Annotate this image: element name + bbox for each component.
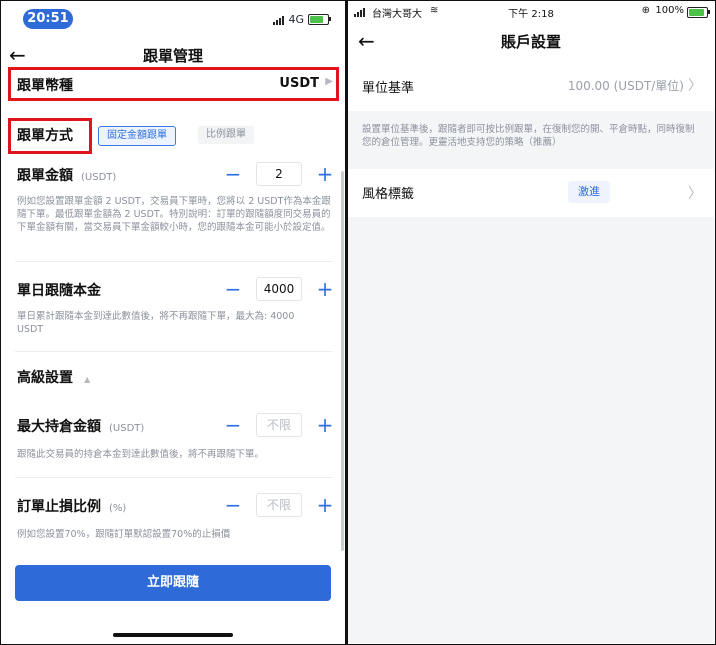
battery-icon	[308, 14, 331, 25]
caret-up-icon: ▲	[84, 375, 91, 384]
stop-loss-label: 訂單止損比例	[17, 499, 101, 515]
minus-icon[interactable]: −	[222, 413, 244, 437]
style-label: 風格標籤	[362, 187, 415, 202]
amount-description: 例如您設置跟單金額 2 USDT，交易員下單時，您將以 2 USDT作為本金跟隨…	[17, 196, 331, 233]
amount-label-group: 跟單金額 (USDT)	[17, 165, 116, 185]
currency-value: USDT	[279, 76, 319, 91]
plus-icon[interactable]: +	[314, 162, 336, 186]
unit-base-label: 單位基準	[362, 81, 415, 96]
style-tag-row[interactable]: 風格標籤 激進 〉	[348, 171, 714, 215]
amount-input[interactable]: 2	[256, 162, 302, 186]
stop-loss-input[interactable]: 不限	[256, 493, 302, 517]
advanced-label: 高級設置	[17, 370, 73, 386]
nav-bar: ← 賬戶設置	[348, 29, 714, 55]
follow-now-button[interactable]: 立即跟隨	[15, 565, 331, 601]
max-hold-unit: (USDT)	[109, 423, 145, 434]
scrollbar[interactable]	[341, 171, 344, 551]
max-hold-label-group: 最大持倉金額 (USDT)	[17, 416, 144, 436]
max-hold-label: 最大持倉金額	[17, 419, 101, 435]
currency-label: 跟單幣種	[17, 78, 73, 94]
style-tag-badge: 激進	[568, 181, 610, 203]
plus-icon[interactable]: +	[314, 277, 336, 301]
plus-icon[interactable]: +	[314, 413, 336, 437]
network-type: 4G	[288, 13, 304, 26]
tab-proportional[interactable]: 比例跟單	[198, 126, 254, 144]
divider	[15, 477, 333, 478]
unit-base-row[interactable]: 單位基準 100.00 (USDT/單位) 〉	[348, 65, 714, 105]
chevron-right-icon: 〉	[688, 186, 702, 202]
minus-icon[interactable]: −	[222, 493, 244, 517]
amount-stepper: − 2 +	[222, 162, 336, 186]
signal-icon	[273, 15, 285, 25]
divider	[15, 261, 333, 262]
empty-background	[348, 217, 714, 643]
rotation-lock-icon: ⊕	[641, 5, 650, 16]
battery-icon	[687, 7, 710, 18]
max-hold-stepper: − 不限 +	[222, 413, 336, 437]
unit-description: 設置單位基準後，跟隨者即可按比例跟單，在復制您的開、平倉時點，同時復制您的倉位管…	[362, 124, 695, 148]
copy-trade-management-screen: 20:51 4G ← 跟單管理 跟單幣種 USDT ▶ 跟單方式 固定金額跟單 …	[1, 1, 345, 643]
stop-loss-stepper: − 不限 +	[222, 493, 336, 517]
status-indicators: 4G	[273, 13, 331, 26]
tab-fixed-amount[interactable]: 固定金額跟單	[98, 126, 176, 146]
max-hold-description: 跟隨此交易員的持倉本金到達此數值後，將不再跟隨下單。	[17, 449, 265, 460]
chevron-right-icon: 〉	[688, 78, 702, 94]
stop-loss-unit: (%)	[109, 503, 127, 514]
divider	[15, 351, 333, 352]
home-indicator	[113, 633, 233, 637]
daily-label: 單日跟隨本金	[17, 283, 101, 299]
minus-icon[interactable]: −	[222, 277, 244, 301]
daily-stepper: − 4000 +	[222, 277, 336, 301]
status-bar: 台灣大哥大 ≋ 下午 2:18 ⊕ 100%	[348, 5, 714, 20]
amount-label: 跟單金額	[17, 168, 73, 184]
page-title: 跟單管理	[142, 47, 203, 65]
daily-description: 單日累計跟隨本金到達此數值後，將不再跟隨下單，最大為: 4000 USDT	[17, 311, 295, 335]
stop-loss-description: 例如您設置70%，跟隨訂單默認設置70%的止損價	[17, 529, 231, 540]
unit-description-area: 設置單位基準後，跟隨者即可按比例跟單，在復制您的開、平倉時點，同時復制您的倉位管…	[348, 111, 714, 169]
plus-icon[interactable]: +	[314, 493, 336, 517]
unit-base-value: 100.00 (USDT/單位)	[567, 79, 684, 93]
max-hold-input[interactable]: 不限	[256, 413, 302, 437]
minus-icon[interactable]: −	[222, 162, 244, 186]
advanced-toggle[interactable]: 高級設置 ▲	[17, 367, 90, 387]
stop-loss-label-group: 訂單止損比例 (%)	[17, 496, 126, 516]
battery-percent: 100%	[655, 5, 684, 16]
method-label: 跟單方式	[17, 128, 73, 144]
daily-input[interactable]: 4000	[256, 277, 302, 301]
amount-unit: (USDT)	[81, 172, 117, 183]
chevron-right-icon: ▶	[325, 76, 333, 87]
status-time: 20:51	[23, 9, 73, 29]
account-settings-screen: 台灣大哥大 ≋ 下午 2:18 ⊕ 100% ← 賬戶設置 單位基準 100.0…	[348, 1, 714, 643]
currency-row[interactable]: 跟單幣種 USDT ▶	[1, 73, 345, 97]
page-title: 賬戶設置	[500, 33, 561, 51]
